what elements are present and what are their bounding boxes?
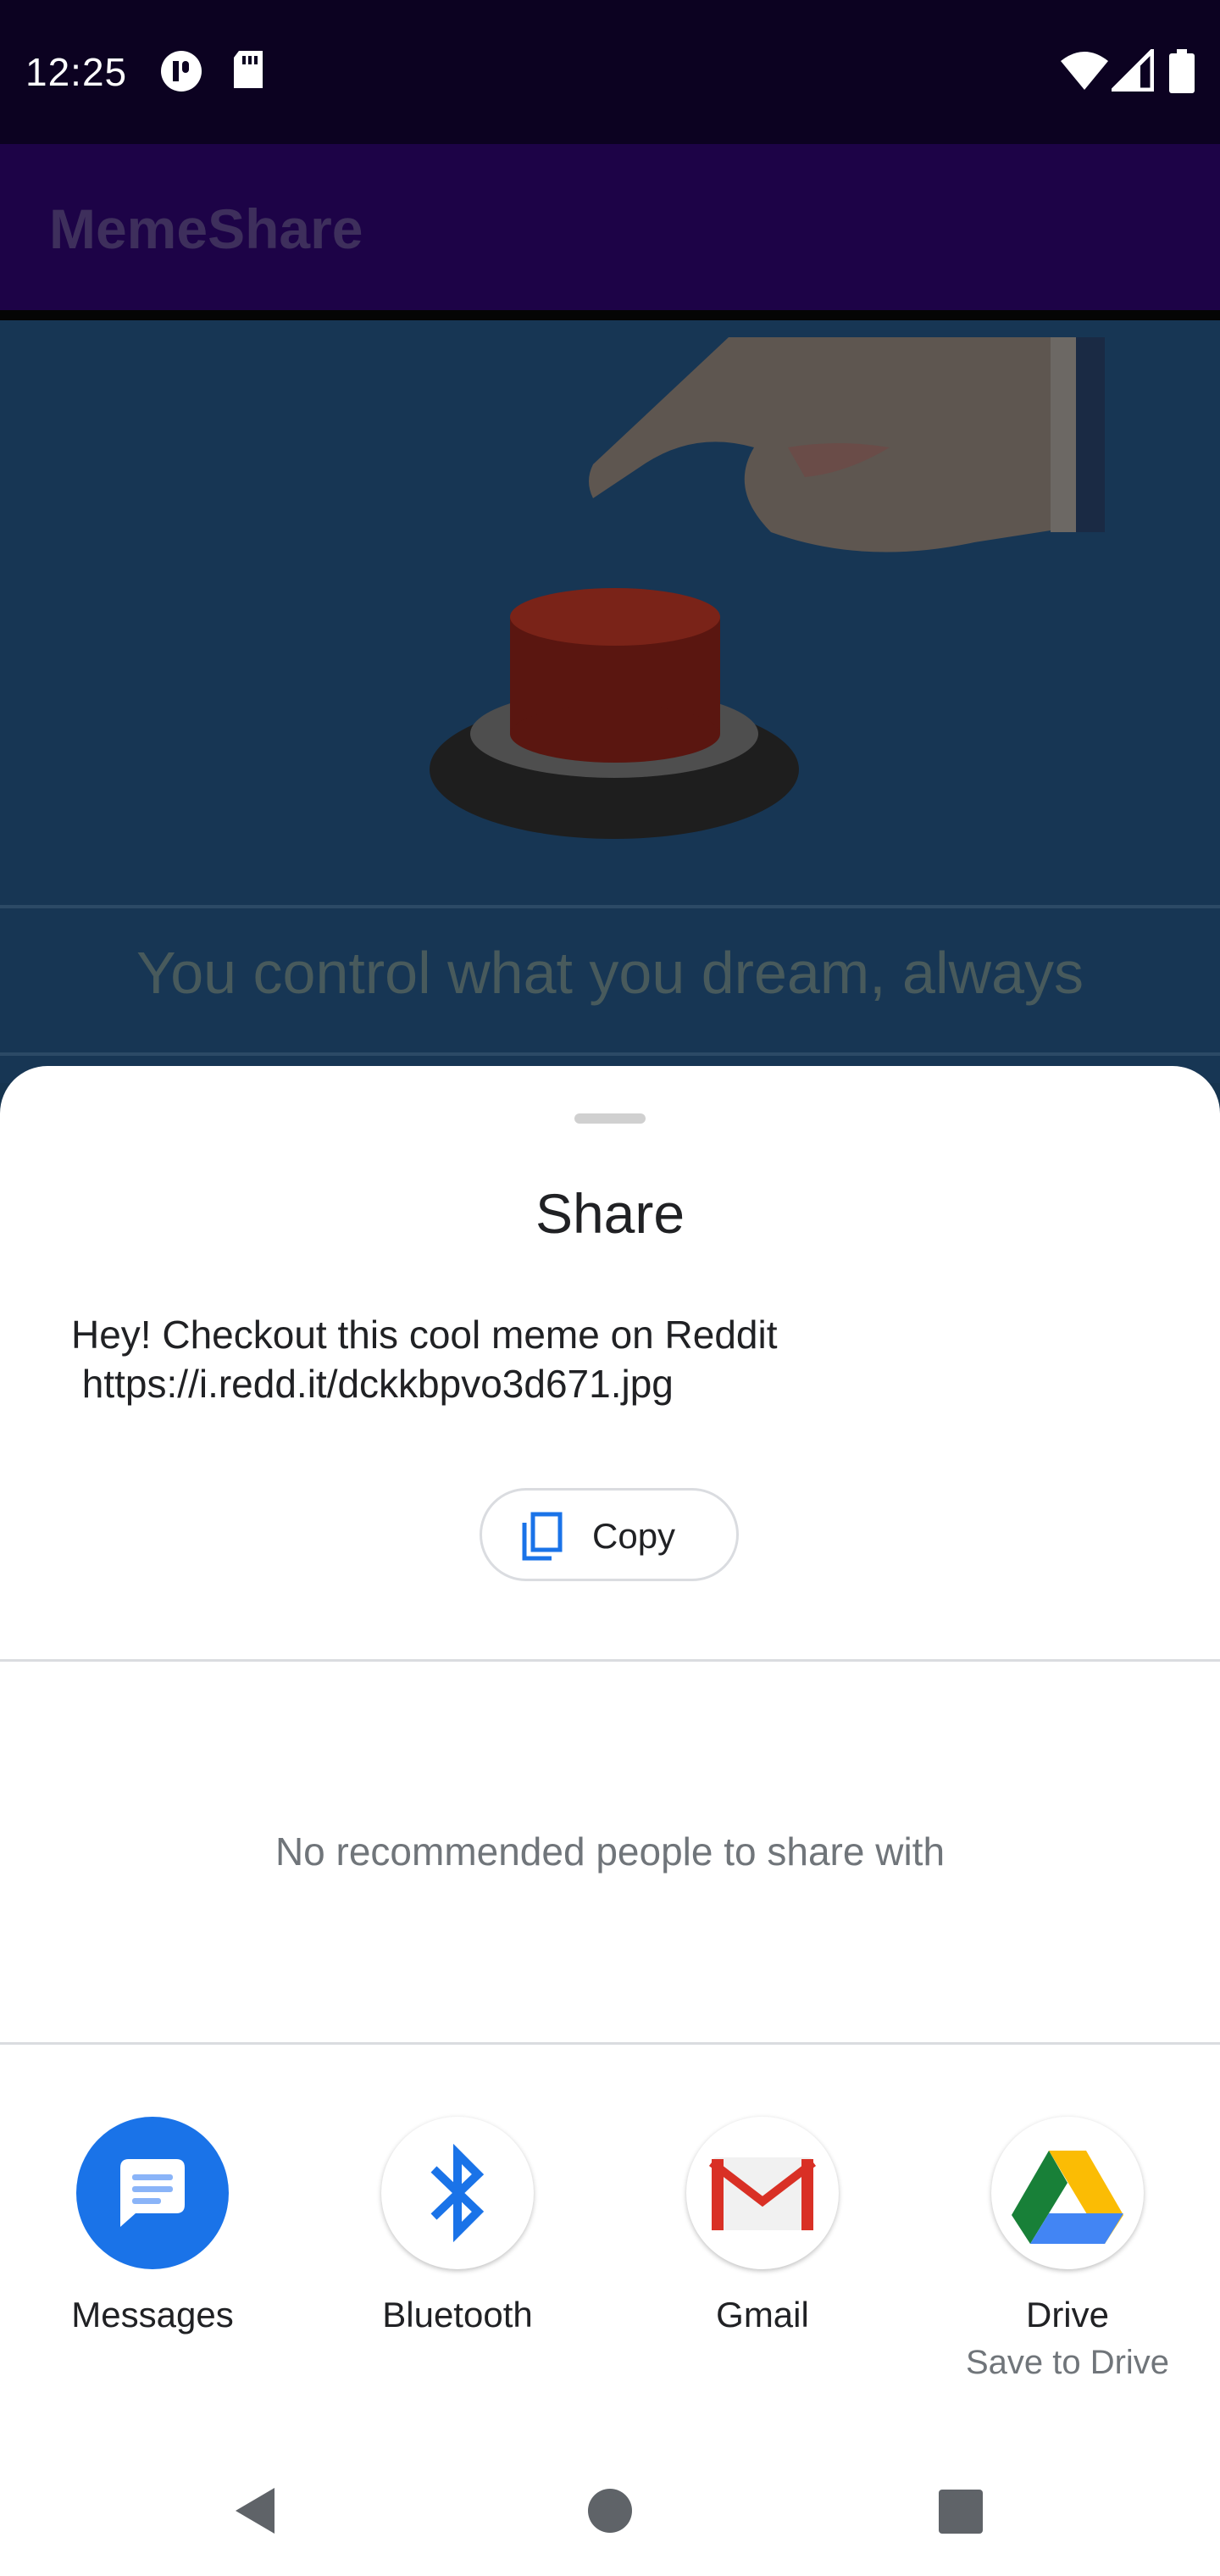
share-sheet: Share Hey! Checkout this cool meme on Re… (0, 1066, 1220, 2576)
status-time: 12:25 (25, 50, 128, 94)
share-target-sublabel: Save to Drive (965, 2344, 1170, 2381)
share-sheet-title: Share (535, 1182, 685, 1245)
signal-icon (1107, 45, 1155, 96)
meme-caption-band: You control what you dream, always (0, 905, 1220, 1056)
share-target-label: Drive (1025, 2295, 1109, 2334)
meme-caption: You control what you dream, always (136, 940, 1084, 1006)
copy-button[interactable]: Copy (480, 1488, 739, 1581)
share-target-gmail[interactable]: Gmail (610, 2117, 915, 2388)
back-icon[interactable] (230, 2483, 281, 2543)
no-recommended-people-text: No recommended people to share with (274, 1829, 946, 1874)
hand-pressing-button-illustration (430, 337, 1105, 839)
messages-icon (76, 2117, 229, 2269)
status-bar: 12:25 (0, 0, 1220, 144)
share-target-messages[interactable]: Messages (0, 2117, 305, 2388)
drag-handle[interactable] (574, 1113, 646, 1124)
share-target-label: Bluetooth (382, 2295, 533, 2334)
share-text-preview: Hey! Checkout this cool meme on Reddit h… (71, 1313, 778, 1406)
share-target-label: Gmail (716, 2295, 809, 2334)
battery-icon (1169, 49, 1195, 97)
home-icon[interactable] (586, 2483, 634, 2543)
copy-icon (519, 1511, 563, 1566)
drive-icon (991, 2117, 1144, 2269)
meme-image: You control what you dream, always (0, 320, 1220, 1083)
divider (0, 2042, 1220, 2045)
recents-icon[interactable] (937, 2483, 984, 2543)
share-target-bluetooth[interactable]: Bluetooth (305, 2117, 610, 2388)
divider (0, 1659, 1220, 1662)
share-targets: Messages Bluetooth Gmail Drive Save to D… (0, 2117, 1220, 2388)
media-icon (159, 49, 203, 97)
bluetooth-icon (381, 2117, 534, 2269)
sd-card-icon (230, 49, 266, 96)
share-target-drive[interactable]: Drive Save to Drive (915, 2117, 1220, 2388)
gmail-icon (686, 2117, 839, 2269)
share-target-label: Messages (71, 2295, 234, 2334)
wifi-icon (1059, 49, 1110, 96)
copy-label: Copy (592, 1516, 676, 1556)
navigation-bar (0, 2457, 1220, 2576)
app-title: MemeShare (49, 197, 363, 260)
app-bar: MemeShare (0, 144, 1220, 320)
